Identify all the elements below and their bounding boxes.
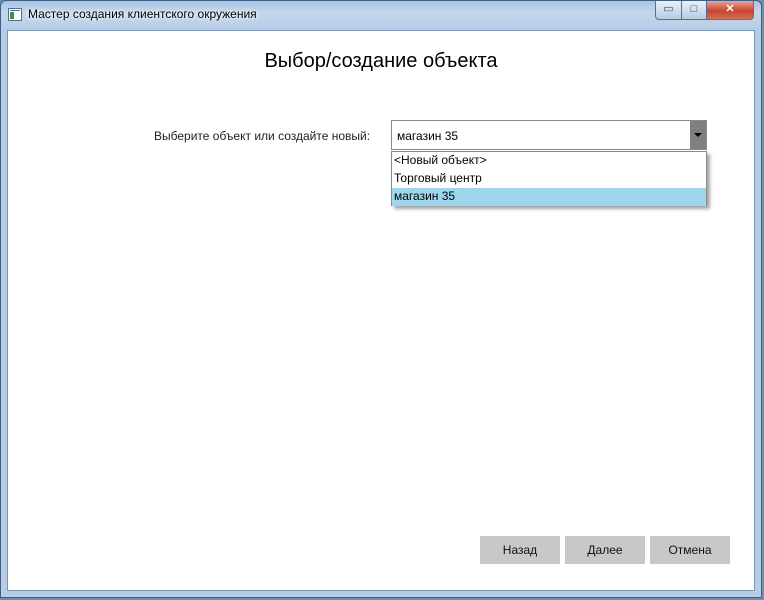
app-icon <box>8 8 22 21</box>
object-combobox[interactable]: магазин 35 <box>391 120 707 150</box>
combobox-value: магазин 35 <box>397 129 459 143</box>
window-title: Мастер создания клиентского окружения <box>28 7 257 21</box>
object-select-label: Выберите объект или создайте новый: <box>154 129 371 143</box>
dropdown-option-shopping-center[interactable]: Торговый центр <box>392 170 706 188</box>
back-button[interactable]: Назад <box>480 536 560 564</box>
chevron-down-icon[interactable] <box>690 121 706 149</box>
minimize-button[interactable]: ▭ <box>655 1 682 20</box>
dropdown-option-store-35[interactable]: магазин 35 <box>392 188 706 206</box>
page-title: Выбор/создание объекта <box>264 50 498 72</box>
wizard-window: Мастер создания клиентского окружения ▭ … <box>0 0 762 598</box>
dropdown-option-new-object[interactable]: <Новый объект> <box>392 152 706 170</box>
maximize-button[interactable]: □ <box>681 1 707 20</box>
wizard-content: Выбор/создание объекта Выберите объект и… <box>7 30 755 591</box>
next-button[interactable]: Далее <box>565 536 645 564</box>
title-bar[interactable]: Мастер создания клиентского окружения ▭ … <box>1 1 761 30</box>
cancel-button[interactable]: Отмена <box>650 536 730 564</box>
close-button[interactable]: ✕ <box>706 1 754 20</box>
object-dropdown-list: <Новый объект> Торговый центр магазин 35 <box>391 151 707 206</box>
